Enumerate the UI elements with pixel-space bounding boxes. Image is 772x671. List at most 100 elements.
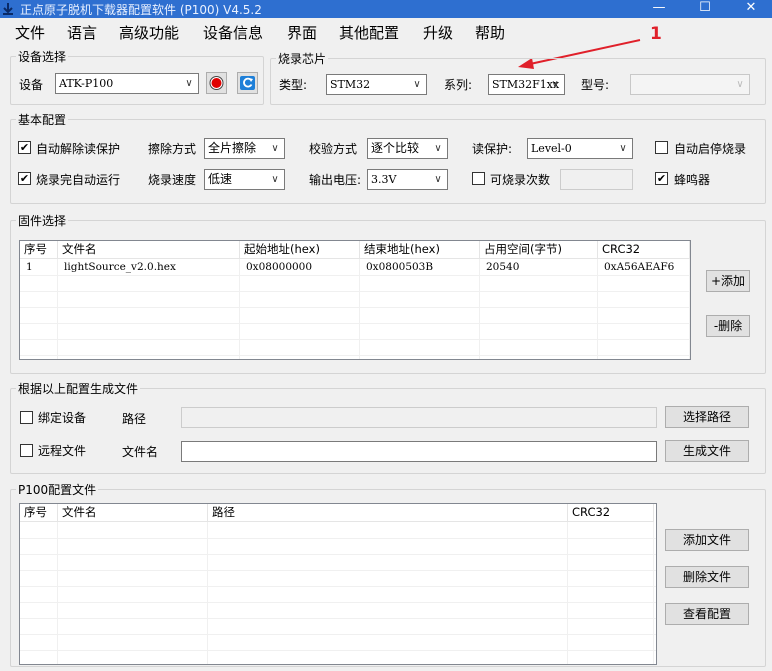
fw-col-end-addr[interactable]: 结束地址(hex) xyxy=(360,241,480,259)
grid-line xyxy=(20,307,690,308)
fw-col-filename[interactable]: 文件名 xyxy=(58,241,240,259)
delete-firmware-button[interactable]: -删除 xyxy=(706,315,750,337)
speed-label: 烧录速度 xyxy=(148,173,197,187)
chevron-down-icon: ∨ xyxy=(551,79,559,90)
chevron-down-icon: ∨ xyxy=(434,143,442,154)
grid-line xyxy=(57,522,58,664)
filename-input[interactable] xyxy=(181,441,657,462)
verify-combo[interactable]: 逐个比较 ∨ xyxy=(367,138,448,159)
menu-file[interactable]: 文件 xyxy=(15,22,45,43)
auto-unprotect-label: 自动解除读保护 xyxy=(36,142,121,156)
buzzer-label: 蜂鸣器 xyxy=(674,173,711,187)
app-download-icon xyxy=(3,3,13,15)
fw-col-size[interactable]: 占用空间(字节) xyxy=(480,241,598,259)
auto-run-label: 烧录完自动运行 xyxy=(36,173,121,187)
grid-line xyxy=(20,602,656,603)
chip-type-value: STM32 xyxy=(330,78,371,91)
voltage-combo[interactable]: 3.3V ∨ xyxy=(367,169,448,190)
add-file-button[interactable]: 添加文件 xyxy=(665,529,749,551)
voltage-value: 3.3V xyxy=(371,173,397,186)
maximize-button[interactable]: ☐ xyxy=(682,0,728,18)
table-row[interactable]: 1 lightSource_v2.0.hex 0x08000000 0x0800… xyxy=(20,259,690,275)
cfg-col-path[interactable]: 路径 xyxy=(208,504,568,522)
auto-run-checkbox[interactable]: ✔ xyxy=(18,172,31,185)
fw-col-crc32[interactable]: CRC32 xyxy=(598,241,690,259)
verify-label: 校验方式 xyxy=(309,142,358,156)
device-select-title: 设备选择 xyxy=(16,48,69,65)
basic-config-title: 基本配置 xyxy=(16,111,69,128)
close-button[interactable]: ✕ xyxy=(728,0,772,18)
grid-line xyxy=(20,618,656,619)
basic-config-group xyxy=(10,119,766,204)
auto-unprotect-checkbox[interactable]: ✔ xyxy=(18,141,31,154)
grid-line xyxy=(20,323,690,324)
erase-combo[interactable]: 全片擦除 ∨ xyxy=(204,138,285,159)
remote-file-label: 远程文件 xyxy=(38,444,87,458)
auto-start-checkbox[interactable] xyxy=(655,141,668,154)
grid-line xyxy=(20,634,656,635)
menu-upgrade[interactable]: 升级 xyxy=(423,22,453,43)
auto-start-label: 自动启停烧录 xyxy=(674,142,747,156)
generate-title: 根据以上配置生成文件 xyxy=(16,380,141,397)
fw-col-start-addr[interactable]: 起始地址(hex) xyxy=(240,241,360,259)
p100-config-table[interactable]: 序号 文件名 路径 CRC32 xyxy=(19,503,657,665)
grid-line xyxy=(207,522,208,664)
chip-model-combo[interactable]: ∨ xyxy=(630,74,750,95)
remote-file-checkbox[interactable] xyxy=(20,444,33,457)
grid-line xyxy=(20,339,690,340)
bind-device-checkbox[interactable] xyxy=(20,411,33,424)
fw-col-index[interactable]: 序号 xyxy=(20,241,58,259)
choose-path-button[interactable]: 选择路径 xyxy=(665,406,749,428)
fw-cell-start-addr: 0x08000000 xyxy=(246,261,313,273)
menu-device-info[interactable]: 设备信息 xyxy=(203,22,263,43)
fw-cell-index: 1 xyxy=(26,261,33,273)
read-protect-value: Level-0 xyxy=(531,142,572,155)
menu-interface[interactable]: 界面 xyxy=(287,22,317,43)
menu-help[interactable]: 帮助 xyxy=(475,22,505,43)
filename-label: 文件名 xyxy=(122,445,159,459)
title-bar: 正点原子脱机下载器配置软件 (P100) V4.5.2 — ☐ ✕ xyxy=(0,0,772,18)
minimize-button[interactable]: — xyxy=(636,0,682,18)
erase-label: 擦除方式 xyxy=(148,142,197,156)
read-protect-label: 读保护: xyxy=(472,142,513,156)
grid-line xyxy=(653,522,654,664)
menu-language[interactable]: 语言 xyxy=(67,22,97,43)
grid-line xyxy=(20,570,656,571)
chevron-down-icon: ∨ xyxy=(185,78,193,89)
record-button[interactable] xyxy=(206,72,227,94)
menu-other-config[interactable]: 其他配置 xyxy=(339,22,399,43)
chip-type-combo[interactable]: STM32 ∨ xyxy=(326,74,427,95)
chip-series-combo[interactable]: STM32F1xx ∨ xyxy=(488,74,565,95)
chevron-down-icon: ∨ xyxy=(271,174,279,185)
grid-line xyxy=(20,554,656,555)
device-combo[interactable]: ATK-P100 ∨ xyxy=(55,73,199,94)
chip-series-label: 系列: xyxy=(444,78,473,92)
grid-line xyxy=(20,275,690,276)
fw-cell-crc32: 0xA56AEAF6 xyxy=(604,261,675,273)
delete-file-button[interactable]: 删除文件 xyxy=(665,566,749,588)
read-protect-combo[interactable]: Level-0 ∨ xyxy=(527,138,633,159)
window-title: 正点原子脱机下载器配置软件 (P100) V4.5.2 xyxy=(20,3,262,17)
burn-count-checkbox[interactable] xyxy=(472,172,485,185)
chevron-down-icon: ∨ xyxy=(434,174,442,185)
cfg-col-crc32[interactable]: CRC32 xyxy=(568,504,654,522)
firmware-table[interactable]: 序号 文件名 起始地址(hex) 结束地址(hex) 占用空间(字节) CRC3… xyxy=(19,240,691,360)
firmware-title: 固件选择 xyxy=(16,212,69,229)
menu-advanced[interactable]: 高级功能 xyxy=(119,22,179,43)
fw-cell-filename: lightSource_v2.0.hex xyxy=(64,261,176,273)
grid-line xyxy=(20,650,656,651)
grid-line xyxy=(20,538,656,539)
refresh-button[interactable] xyxy=(237,72,258,94)
add-firmware-button[interactable]: +添加 xyxy=(706,270,750,292)
cfg-col-index[interactable]: 序号 xyxy=(20,504,58,522)
erase-value: 全片擦除 xyxy=(208,141,257,155)
chip-title: 烧录芯片 xyxy=(276,50,329,67)
burn-count-input[interactable] xyxy=(560,169,633,190)
cfg-col-filename[interactable]: 文件名 xyxy=(58,504,208,522)
buzzer-checkbox[interactable]: ✔ xyxy=(655,172,668,185)
generate-file-button[interactable]: 生成文件 xyxy=(665,440,749,462)
speed-combo[interactable]: 低速 ∨ xyxy=(204,169,285,190)
grid-line xyxy=(20,291,690,292)
view-config-button[interactable]: 查看配置 xyxy=(665,603,749,625)
path-input[interactable] xyxy=(181,407,657,428)
